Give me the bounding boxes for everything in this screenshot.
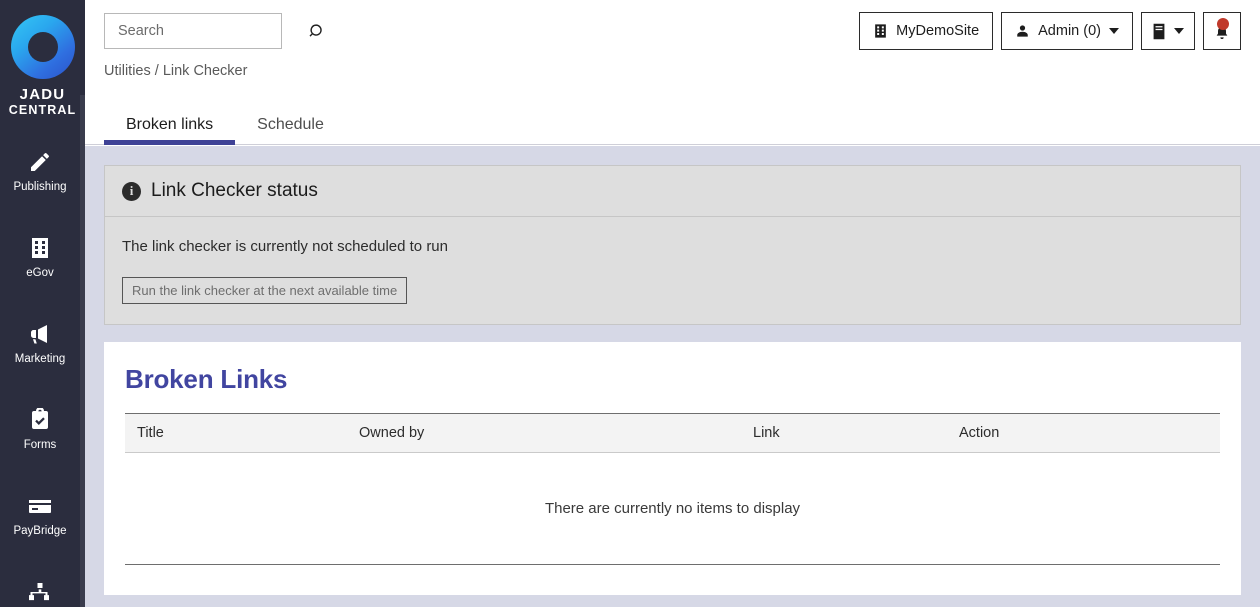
site-selector-button[interactable]: MyDemoSite	[859, 12, 994, 50]
sidebar-nav: Publishing eGov Marketing Forms PayBridg…	[0, 140, 85, 607]
broken-links-table: Title Owned by Link Action There are cur…	[125, 413, 1220, 565]
chevron-down-icon	[1174, 28, 1184, 34]
tab-schedule[interactable]: Schedule	[235, 95, 346, 145]
book-icon	[1152, 23, 1166, 40]
sidebar-item-publishing[interactable]: Publishing	[0, 140, 80, 203]
status-panel-title: Link Checker status	[151, 180, 318, 201]
breadcrumb: Utilities / Link Checker	[104, 63, 248, 79]
tab-bar: Broken links Schedule	[85, 95, 1260, 145]
credit-card-icon	[27, 493, 53, 519]
table-body: There are currently no items to display	[125, 452, 1220, 565]
page-header: Utilities / Link Checker MyDemoSite Admi…	[85, 0, 1260, 95]
sidebar-item-label: Forms	[23, 439, 57, 451]
sidebar-item-label: PayBridge	[13, 525, 67, 537]
info-icon: i	[122, 181, 141, 201]
sidebar-item-paybridge[interactable]: PayBridge	[0, 484, 80, 547]
column-header-owned-by[interactable]: Owned by	[347, 413, 741, 453]
main-region: Utilities / Link Checker MyDemoSite Admi…	[85, 0, 1260, 607]
sidebar-item-galaxies[interactable]: Galaxies	[0, 570, 80, 607]
link-checker-status-panel: i Link Checker status The link checker i…	[104, 165, 1241, 325]
empty-state-message: There are currently no items to display	[125, 452, 1220, 565]
column-header-action[interactable]: Action	[947, 413, 1220, 453]
pencil-icon	[28, 149, 52, 175]
sidebar-item-label: eGov	[26, 267, 54, 279]
status-panel-body: The link checker is currently not schedu…	[105, 217, 1240, 324]
app-root: JADU CENTRAL Publishing eGov Marketing F…	[0, 0, 1260, 607]
column-header-title[interactable]: Title	[125, 413, 347, 453]
notification-badge	[1217, 18, 1229, 30]
sidebar-logo[interactable]: JADU CENTRAL	[0, 0, 85, 118]
table-header: Title Owned by Link Action	[125, 413, 1220, 453]
user-icon	[1015, 23, 1030, 39]
run-link-checker-button[interactable]: Run the link checker at the next availab…	[122, 277, 408, 304]
page-title: Broken Links	[125, 364, 288, 394]
search-icon[interactable]	[309, 14, 326, 48]
content-area: i Link Checker status The link checker i…	[85, 146, 1260, 607]
search-box[interactable]	[104, 13, 322, 49]
sidebar-item-egov[interactable]: eGov	[0, 226, 80, 289]
search-input[interactable]	[105, 14, 309, 48]
site-selector-label: MyDemoSite	[896, 23, 980, 39]
sidebar-item-label: Publishing	[13, 181, 67, 193]
notifications-button[interactable]	[1203, 12, 1241, 50]
docs-menu-button[interactable]	[1141, 12, 1195, 50]
clipboard-check-icon	[30, 407, 50, 433]
broken-links-card: Broken Links Title Owned by Link Action …	[104, 342, 1241, 595]
sidebar-item-forms[interactable]: Forms	[0, 398, 80, 461]
building-icon	[873, 23, 888, 39]
logo-text-line1: JADU	[19, 86, 66, 103]
table-header-row: Title Owned by Link Action	[125, 413, 1220, 453]
jadu-logo-icon	[10, 15, 75, 79]
sidebar-item-marketing[interactable]: Marketing	[0, 312, 80, 375]
sitemap-icon	[27, 579, 53, 605]
user-menu-label: Admin (0)	[1038, 23, 1101, 39]
status-panel-header: i Link Checker status	[105, 166, 1240, 217]
status-message: The link checker is currently not schedu…	[122, 238, 448, 255]
chevron-down-icon	[1109, 28, 1119, 34]
sidebar-item-label: Marketing	[14, 353, 66, 365]
logo-text-line2: CENTRAL	[8, 103, 77, 117]
megaphone-icon	[27, 321, 53, 347]
header-actions: MyDemoSite Admin (0)	[859, 12, 1241, 50]
tab-broken-links[interactable]: Broken links	[104, 95, 236, 145]
building-icon	[29, 235, 51, 261]
table-empty-row: There are currently no items to display	[125, 452, 1220, 565]
user-menu-button[interactable]: Admin (0)	[1001, 12, 1133, 50]
sidebar: JADU CENTRAL Publishing eGov Marketing F…	[0, 0, 85, 607]
column-header-link[interactable]: Link	[741, 413, 947, 453]
